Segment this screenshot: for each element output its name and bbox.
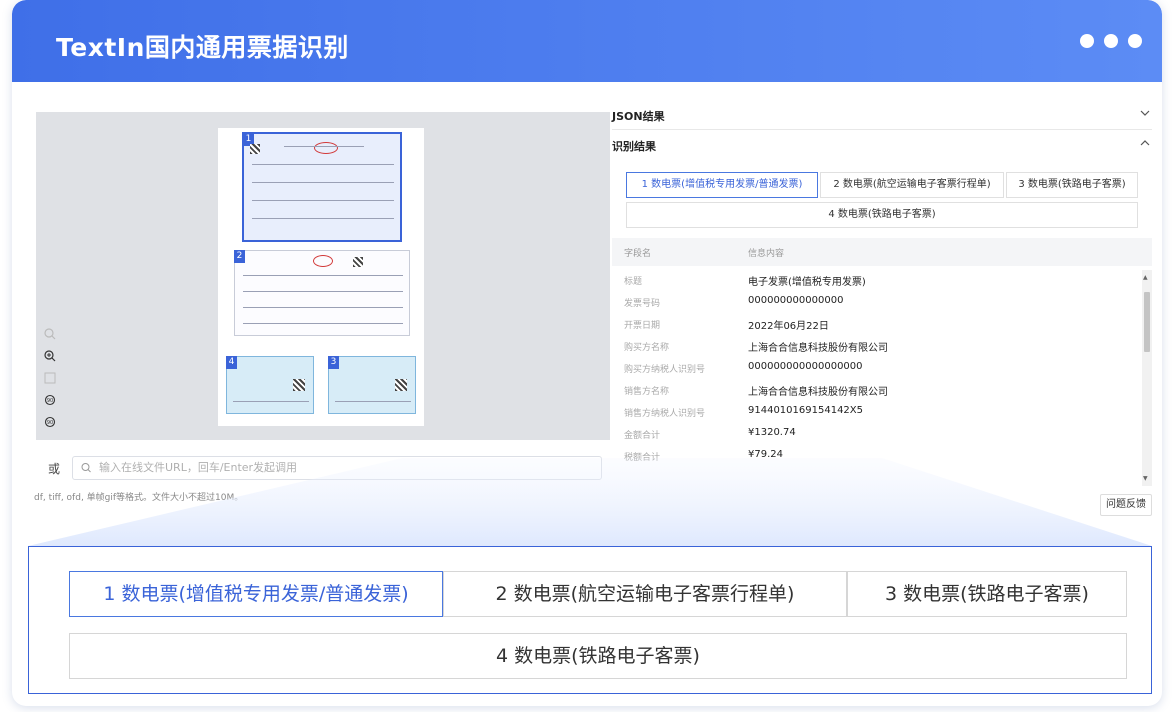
field-value: ¥79.24 bbox=[748, 449, 783, 460]
fit-icon[interactable] bbox=[42, 370, 58, 386]
table-row: 销售方名称 上海合合信息科技股份有限公司 bbox=[612, 380, 1140, 402]
rotate-left-icon[interactable]: 90 bbox=[42, 392, 58, 408]
field-key: 购买方名称 bbox=[624, 343, 670, 353]
preview-toolbar: 90 90 bbox=[42, 326, 58, 430]
svg-text:90: 90 bbox=[47, 420, 53, 426]
tab-invoice-4[interactable]: 4 数电票(铁路电子客票) bbox=[626, 202, 1138, 228]
invoice-region-1[interactable]: 1 bbox=[242, 132, 402, 242]
dot-icon bbox=[1080, 34, 1094, 48]
url-row: 或 输入在线文件URL，回车/Enter发起调用 bbox=[36, 456, 604, 480]
field-key: 购买方纳税人识别号 bbox=[624, 365, 706, 375]
table-row: 购买方纳税人识别号 000000000000000000 bbox=[612, 358, 1140, 380]
table-row: 购买方名称 上海合合信息科技股份有限公司 bbox=[612, 336, 1140, 358]
field-value: 000000000000000 bbox=[748, 295, 844, 306]
json-result-label: JSON结果 bbox=[612, 110, 665, 123]
zoom-tab-invoice-2[interactable]: 2 数电票(航空运输电子客票行程单) bbox=[443, 571, 847, 617]
field-value: ¥1320.74 bbox=[748, 427, 796, 438]
zoom-out-icon[interactable] bbox=[42, 326, 58, 342]
field-content-header: 信息内容 bbox=[748, 249, 785, 259]
svg-text:90: 90 bbox=[47, 398, 53, 404]
invoice-region-2[interactable]: 2 bbox=[234, 250, 410, 336]
scroll-up-icon[interactable]: ▲ bbox=[1143, 274, 1148, 281]
table-row: 税额合计 ¥79.24 bbox=[612, 446, 1140, 468]
field-value: 9144010169154142X5 bbox=[748, 405, 864, 416]
field-value: 上海合合信息科技股份有限公司 bbox=[748, 387, 888, 398]
app-title: TextIn国内通用票据识别 bbox=[56, 33, 349, 62]
field-key: 销售方名称 bbox=[624, 387, 670, 397]
table-row: 发票号码 000000000000000 bbox=[612, 292, 1140, 314]
zoom-tab-invoice-4[interactable]: 4 数电票(铁路电子客票) bbox=[69, 633, 1127, 679]
chevron-down-icon bbox=[1140, 106, 1150, 123]
field-key: 税额合计 bbox=[624, 453, 661, 463]
tab-invoice-3[interactable]: 3 数电票(铁路电子客票) bbox=[1006, 172, 1138, 198]
zoom-tabs-panel: 1 数电票(增值税专用发票/普通发票) 2 数电票(航空运输电子客票行程单) 3… bbox=[28, 546, 1152, 694]
dot-icon bbox=[1128, 34, 1142, 48]
field-value: 000000000000000000 bbox=[748, 361, 863, 372]
recognition-result-label: 识别结果 bbox=[612, 140, 656, 153]
invoice-region-3[interactable]: 3 bbox=[328, 356, 416, 414]
table-row: 标题 电子发票(增值税专用发票) bbox=[612, 270, 1140, 292]
or-label: 或 bbox=[48, 462, 61, 476]
zoom-in-icon[interactable] bbox=[42, 348, 58, 364]
url-input[interactable]: 输入在线文件URL，回车/Enter发起调用 bbox=[72, 456, 602, 480]
field-scrollbar[interactable]: ▲ ▼ bbox=[1142, 270, 1152, 486]
table-row: 销售方纳税人识别号 9144010169154142X5 bbox=[612, 402, 1140, 424]
json-result-toggle[interactable]: JSON结果 bbox=[612, 100, 1152, 130]
field-key: 发票号码 bbox=[624, 299, 661, 309]
more-menu-icon[interactable] bbox=[1080, 34, 1142, 48]
region-tag: 3 bbox=[328, 356, 339, 369]
field-table-body: 标题 电子发票(增值税专用发票) 发票号码 000000000000000 开票… bbox=[612, 270, 1140, 486]
field-key: 开票日期 bbox=[624, 321, 661, 331]
tab-invoice-2[interactable]: 2 数电票(航空运输电子客票行程单) bbox=[820, 172, 1004, 198]
qr-code bbox=[353, 257, 363, 267]
table-row: 金额合计 ¥1320.74 bbox=[612, 424, 1140, 446]
scroll-down-icon[interactable]: ▼ bbox=[1143, 475, 1148, 482]
field-name-header: 字段名 bbox=[624, 249, 652, 259]
url-placeholder: 输入在线文件URL，回车/Enter发起调用 bbox=[99, 461, 298, 474]
rotate-right-icon[interactable]: 90 bbox=[42, 414, 58, 430]
zoom-tab-invoice-1[interactable]: 1 数电票(增值税专用发票/普通发票) bbox=[69, 571, 443, 617]
field-table-header: 字段名 信息内容 bbox=[612, 238, 1152, 266]
invoice-region-4[interactable]: 4 bbox=[226, 356, 314, 414]
search-icon bbox=[81, 457, 91, 487]
app-card: TextIn国内通用票据识别 1 2 4 3 90 90 或 输入在线文件URL… bbox=[12, 0, 1162, 706]
dot-icon bbox=[1104, 34, 1118, 48]
stamp-mark bbox=[313, 255, 333, 267]
region-tag: 2 bbox=[234, 250, 245, 263]
field-key: 标题 bbox=[624, 277, 643, 287]
field-key: 销售方纳税人识别号 bbox=[624, 409, 706, 419]
format-hint: df, tiff, ofd, 单帧gif等格式。文件大小不超过10M。 bbox=[34, 493, 244, 503]
field-value: 上海合合信息科技股份有限公司 bbox=[748, 343, 888, 354]
document-page: 1 2 4 3 bbox=[218, 128, 424, 426]
region-tag: 4 bbox=[226, 356, 237, 369]
field-value: 2022年06月22日 bbox=[748, 321, 829, 332]
result-panel: JSON结果 识别结果 1 数电票(增值税专用发票/普通发票) 2 数电票(航空… bbox=[612, 98, 1152, 518]
qr-code bbox=[395, 379, 407, 391]
tab-invoice-1[interactable]: 1 数电票(增值税专用发票/普通发票) bbox=[626, 172, 818, 198]
zoom-tab-invoice-3[interactable]: 3 数电票(铁路电子客票) bbox=[847, 571, 1127, 617]
table-row: 开票日期 2022年06月22日 bbox=[612, 314, 1140, 336]
field-key: 金额合计 bbox=[624, 431, 661, 441]
field-value: 电子发票(增值税专用发票) bbox=[748, 277, 866, 288]
qr-code bbox=[250, 144, 260, 154]
feedback-button[interactable]: 问题反馈 bbox=[1100, 494, 1152, 516]
recognition-result-toggle[interactable]: 识别结果 bbox=[612, 130, 1152, 160]
chevron-up-icon bbox=[1140, 136, 1150, 153]
document-preview: 1 2 4 3 90 90 bbox=[36, 112, 610, 440]
scroll-thumb[interactable] bbox=[1144, 292, 1150, 352]
qr-code bbox=[293, 379, 305, 391]
app-header: TextIn国内通用票据识别 bbox=[12, 0, 1162, 82]
stamp-mark bbox=[314, 142, 338, 154]
